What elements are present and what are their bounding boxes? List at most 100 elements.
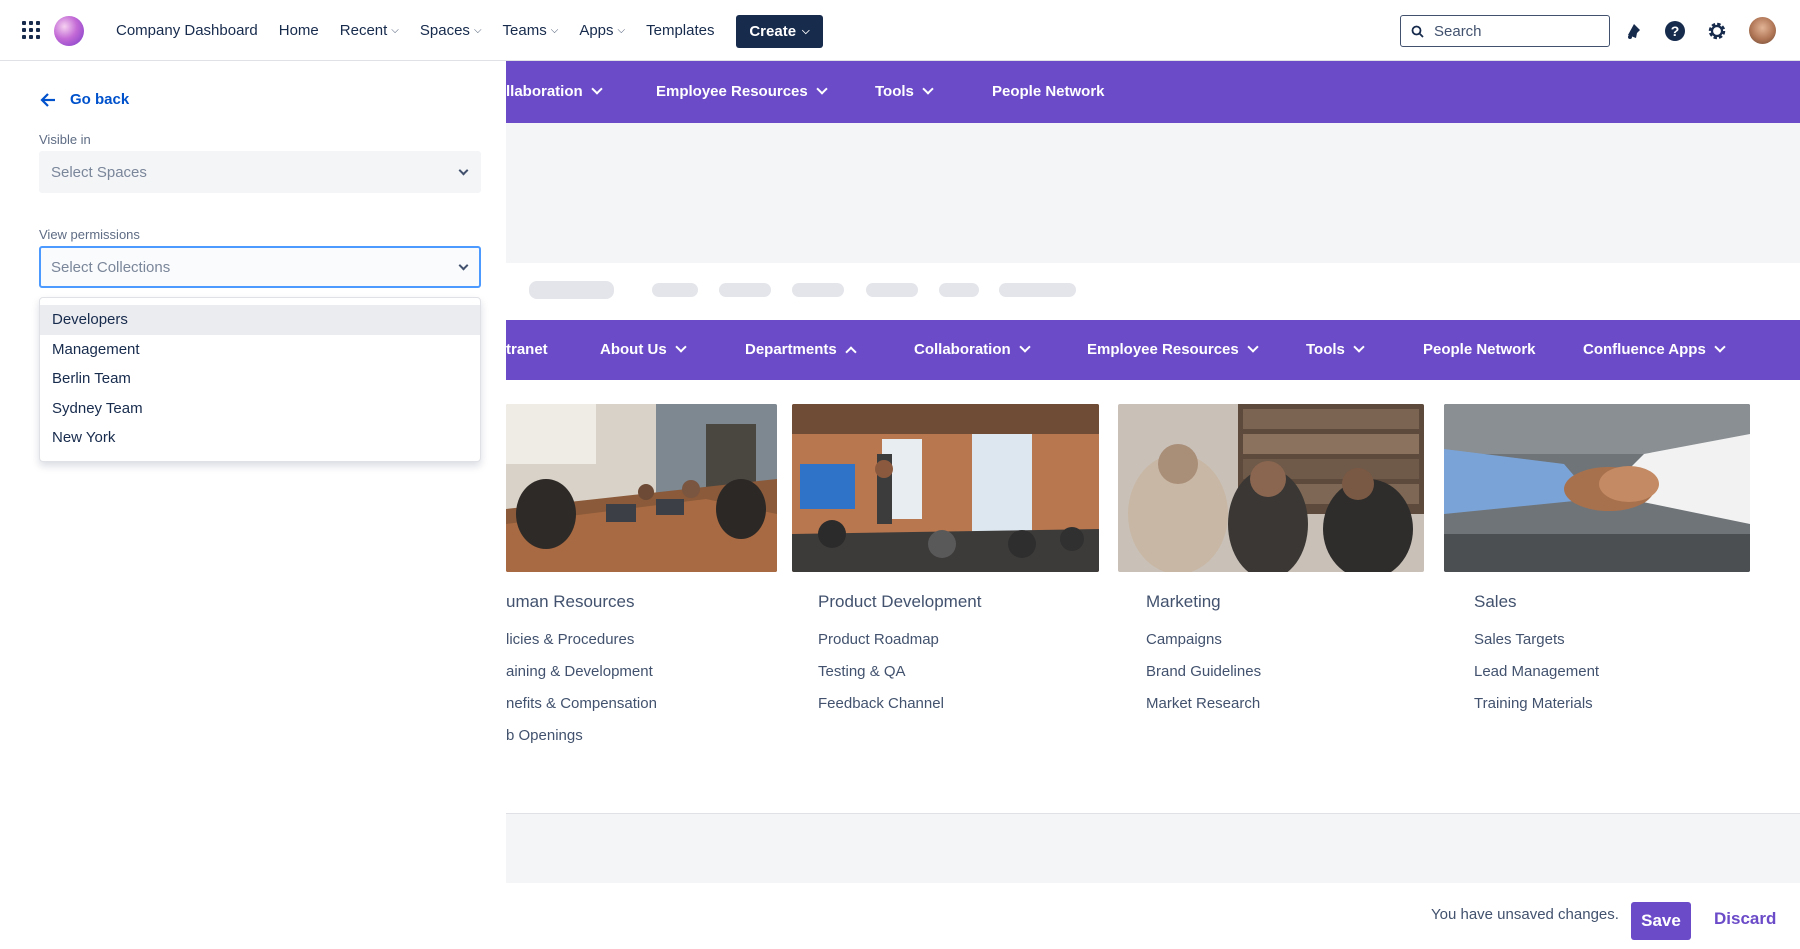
menu-item-employee-resources[interactable]: Employee Resources [1087,341,1259,358]
menu-label: Tools [875,83,914,100]
chevron-down-icon [1714,341,1726,353]
card-link[interactable]: aining & Development [506,663,653,680]
dropdown-option-berlin-team[interactable]: Berlin Team [40,364,480,394]
menu-item-departments[interactable]: Departments [745,341,857,358]
chevron-down-icon [1353,341,1365,353]
save-button[interactable]: Save [1631,902,1691,940]
card-link[interactable]: b Openings [506,727,583,744]
card-image-marketing[interactable] [1118,404,1424,572]
chevron-down-icon [816,83,828,95]
nav-templates[interactable]: Templates [646,22,714,39]
top-navigation-bar: Company Dashboard Home Recent ⌵ Spaces ⌵ T… [0,0,1800,61]
chevron-down-icon [675,341,687,353]
menu-item-people-network[interactable]: People Network [1423,341,1536,358]
nav-label: Templates [646,22,715,39]
chevron-down-icon [458,260,469,271]
nav-spaces[interactable]: Spaces ⌵ [420,22,482,39]
nav-apps[interactable]: Apps ⌵ [579,22,625,39]
chevron-up-icon [845,345,857,358]
card-title[interactable]: uman Resources [506,592,635,612]
menu-item-intranet[interactable]: tranet [506,341,548,358]
dropdown-option-sydney-team[interactable]: Sydney Team [40,394,480,424]
app-title: Company Dashboard [116,22,258,39]
menu-label: People Network [992,83,1105,100]
card-link[interactable]: Campaigns [1146,631,1222,648]
dropdown-option-new-york[interactable]: New York [40,423,480,453]
menu-label: Employee Resources [1087,341,1239,358]
chevron-down-icon: ⌵ [391,25,399,36]
card-link[interactable]: Product Roadmap [818,631,939,648]
nav-label: Apps [579,22,614,39]
go-back-label: Go back [70,91,130,108]
card-link[interactable]: Brand Guidelines [1146,663,1261,680]
dropdown-option-developers[interactable]: Developers [40,305,480,335]
spaces-select[interactable]: Select Spaces [39,151,481,193]
preview-menu-bar: llaboration Employee Resources Tools Peo… [506,61,1800,123]
settings-icon[interactable] [1706,20,1728,42]
nav-label: Teams [502,22,547,39]
card-link[interactable]: Market Research [1146,695,1260,712]
svg-text:?: ? [1671,23,1680,39]
main-nav: Company Dashboard Home Recent ⌵ Spaces ⌵ T… [116,0,735,61]
menu-label: Departments [745,341,837,358]
menu-label: People Network [1423,341,1536,358]
notifications-icon[interactable] [1623,20,1645,42]
menu-item-collaboration[interactable]: llaboration [506,83,603,100]
skeleton-bar [939,283,979,297]
card-image-human-resources[interactable] [506,404,777,572]
discard-button[interactable]: Discard [1714,909,1776,929]
spaces-select-placeholder: Select Spaces [51,163,147,181]
card-link[interactable]: licies & Procedures [506,631,634,648]
menu-item-confluence-apps[interactable]: Confluence Apps [1583,341,1726,358]
search-input[interactable]: Search [1400,15,1610,47]
menu-item-employee-resources[interactable]: Employee Resources [656,83,828,100]
menu-item-tools[interactable]: Tools [875,83,934,100]
menu-item-collaboration[interactable]: Collaboration [914,341,1031,358]
chevron-down-icon: ⌵ [617,25,626,36]
nav-home[interactable]: Home [279,22,319,39]
menu-item-about-us[interactable]: About Us [600,341,687,358]
menu-item-people-network[interactable]: People Network [992,83,1105,100]
nav-label: Recent [339,22,388,39]
skeleton-bar [792,283,844,297]
collections-select-placeholder: Select Collections [51,258,171,276]
nav-company-dashboard[interactable]: Company Dashboard [116,22,258,39]
settings-panel: Go back Visible in Select Spaces View pe… [0,61,506,949]
menu-item-tools[interactable]: Tools [1306,341,1365,358]
preview-menu-bar-2: tranet About Us Departments Collaboratio… [506,320,1800,380]
chevron-down-icon [1019,341,1031,353]
dropdown-option-management[interactable]: Management [40,335,480,365]
menu-label: Tools [1306,341,1345,358]
banner-placeholder [506,123,1800,263]
card-link[interactable]: Feedback Channel [818,695,944,712]
card-title[interactable]: Sales [1474,592,1517,612]
card-link[interactable]: Testing & QA [818,663,906,680]
create-label: Create [749,23,797,40]
search-placeholder: Search [1434,22,1482,40]
apps-grid-icon[interactable] [22,21,40,39]
skeleton-bar [719,283,771,297]
card-link[interactable]: Lead Management [1474,663,1599,680]
collections-select[interactable]: Select Collections [39,246,481,288]
card-image-sales[interactable] [1444,404,1750,572]
arrow-left-icon [40,92,55,107]
card-link[interactable]: Training Materials [1474,695,1593,712]
card-title[interactable]: Product Development [818,592,981,612]
avatar[interactable] [1749,17,1776,44]
help-icon[interactable]: ? [1664,20,1686,42]
site-logo[interactable] [54,16,84,46]
create-button[interactable]: Create ⌵ [736,15,823,48]
go-back-link[interactable]: Go back [40,91,129,108]
menu-label: Employee Resources [656,83,808,100]
card-title[interactable]: Marketing [1146,592,1221,612]
nav-recent[interactable]: Recent ⌵ [340,22,399,39]
nav-teams[interactable]: Teams ⌵ [503,22,559,39]
card-link[interactable]: Sales Targets [1474,631,1565,648]
search-icon [1411,25,1424,38]
card-image-product-development[interactable] [792,404,1099,572]
menu-label: Collaboration [914,341,1011,358]
menu-label: About Us [600,341,667,358]
view-permissions-label: View permissions [39,227,140,242]
card-link[interactable]: nefits & Compensation [506,695,657,712]
visible-in-label: Visible in [39,132,91,147]
